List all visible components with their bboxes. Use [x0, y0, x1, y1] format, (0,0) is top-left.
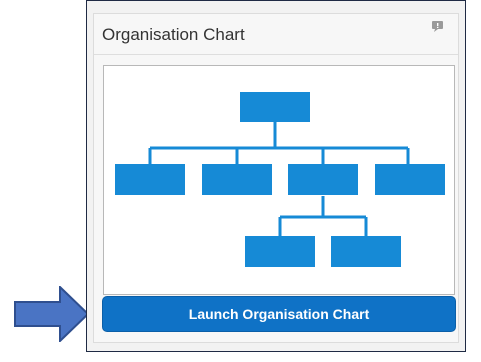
- org-chart-panel: Organisation Chart Launch Organisation C…: [93, 13, 459, 343]
- org-chart-diagram-icon: [115, 92, 445, 267]
- org-node-level2-3: [288, 164, 358, 195]
- org-node-level3-1: [245, 236, 315, 267]
- org-node-root: [240, 92, 310, 122]
- panel-title: Organisation Chart: [102, 25, 245, 44]
- speech-bubble-icon[interactable]: [431, 20, 444, 33]
- panel-header: Organisation Chart: [94, 14, 458, 55]
- org-chart-preview[interactable]: [103, 65, 455, 295]
- org-node-level2-2: [202, 164, 272, 195]
- org-node-level2-1: [115, 164, 185, 195]
- org-chart-widget: Organisation Chart Launch Organisation C…: [86, 0, 466, 352]
- org-node-level3-2: [331, 236, 401, 267]
- pointer-arrow-icon: [14, 286, 90, 342]
- launch-org-chart-button[interactable]: Launch Organisation Chart: [102, 296, 456, 332]
- org-node-level2-4: [375, 164, 445, 195]
